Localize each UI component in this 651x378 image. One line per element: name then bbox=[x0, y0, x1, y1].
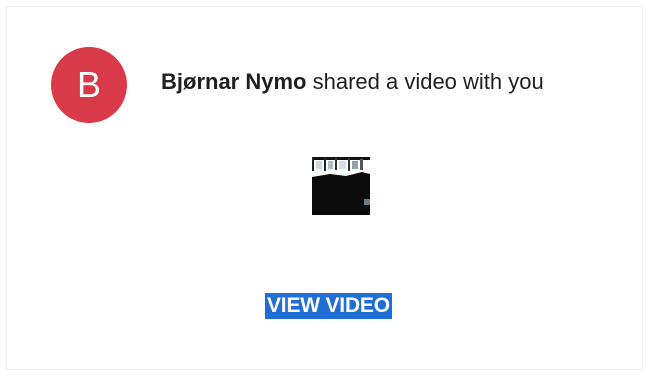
view-video-button[interactable]: VIEW VIDEO bbox=[265, 293, 392, 319]
video-thumbnail-image bbox=[310, 155, 372, 217]
share-notification-card: B Bjørnar Nymo shared a video with you V… bbox=[6, 6, 643, 370]
video-thumbnail[interactable] bbox=[310, 155, 372, 217]
avatar-initial: B bbox=[76, 64, 101, 105]
avatar: B bbox=[51, 47, 127, 123]
share-message-text: shared a video with you bbox=[306, 69, 544, 94]
sender-name: Bjørnar Nymo bbox=[161, 69, 307, 94]
share-message: Bjørnar Nymo shared a video with you bbox=[161, 69, 544, 95]
